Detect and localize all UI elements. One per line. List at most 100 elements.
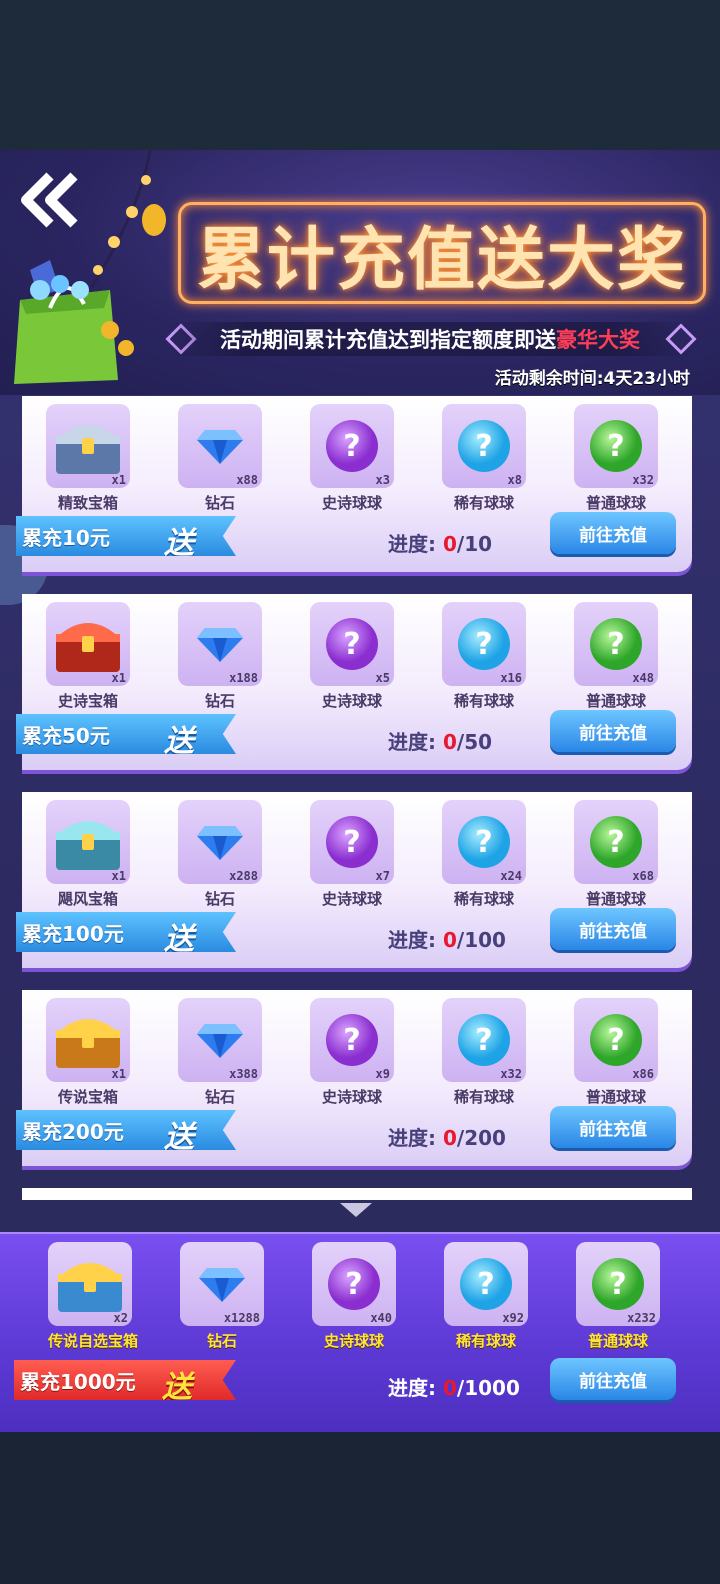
reward-name: 史诗球球	[321, 692, 382, 710]
reward-item[interactable]: ? x40 史诗球球	[312, 1242, 396, 1351]
reward-name: 普通球球	[585, 1088, 646, 1106]
reward-tile: ? x68	[574, 800, 658, 884]
reward-item[interactable]: x1 精致宝箱	[46, 404, 130, 513]
svg-text:?: ?	[475, 429, 492, 464]
svg-text:?: ?	[343, 429, 360, 464]
progress-target: /1000	[456, 1376, 520, 1400]
reward-name: 钻石	[204, 890, 235, 908]
reward-tile: ? x232	[576, 1242, 660, 1326]
scroll-down-arrow-icon[interactable]	[340, 1203, 372, 1217]
reward-name: 史诗球球	[321, 494, 382, 512]
progress-target: /200	[456, 1126, 506, 1150]
reward-item[interactable]: ? x232 普通球球	[576, 1242, 660, 1351]
reward-quantity: x92	[502, 1311, 524, 1325]
reward-name: 稀有球球	[453, 494, 514, 512]
reward-name: 稀有球球	[455, 1332, 516, 1350]
reward-tile: ? x3	[310, 404, 394, 488]
svg-text:?: ?	[475, 627, 492, 662]
next-tier-peek	[22, 1188, 692, 1200]
reward-item[interactable]: x288 钻石	[178, 800, 262, 909]
tier-progress: 进度: 0/200	[388, 1122, 506, 1151]
reward-tile: x1	[46, 998, 130, 1082]
svg-text:?: ?	[607, 627, 624, 662]
svg-text:?: ?	[343, 627, 360, 662]
reward-tile: ? x16	[442, 602, 526, 686]
send-label: 送	[162, 1370, 192, 1405]
reward-quantity: x1	[111, 1067, 126, 1081]
progress-current: 0	[442, 1126, 457, 1150]
reward-item[interactable]: ? x8 稀有球球	[442, 404, 526, 513]
reward-item[interactable]: ? x86 普通球球	[574, 998, 658, 1107]
reward-tile: ? x9	[310, 998, 394, 1082]
reward-name: 稀有球球	[453, 890, 514, 908]
go-recharge-button[interactable]: 前往充值	[550, 908, 676, 950]
reward-name: 普通球球	[587, 1332, 648, 1350]
reward-name: 史诗球球	[321, 890, 382, 908]
reward-tile: ? x7	[310, 800, 394, 884]
reward-tile: x1	[46, 800, 130, 884]
tier-card: x1 精致宝箱 x88 钻石? x3 史诗球球? x8 稀有球球? x32 普通球球 累充10元送进…	[16, 396, 692, 572]
reward-tile: x1	[46, 404, 130, 488]
reward-quantity: x88	[236, 473, 258, 487]
navigation-area	[0, 1432, 720, 1584]
reward-item[interactable]: x388 钻石	[178, 998, 262, 1107]
reward-tile: x88	[178, 404, 262, 488]
reward-tile: ? x8	[442, 404, 526, 488]
reward-name: 精致宝箱	[57, 494, 118, 512]
reward-quantity: x9	[375, 1067, 390, 1081]
reward-quantity: x1	[111, 671, 126, 685]
reward-item[interactable]: x1288 钻石	[180, 1242, 264, 1351]
event-header: 累计充值送大奖 活动期间累计充值达到指定额度即送豪华大奖 活动剩余时间:4天23…	[0, 150, 720, 395]
send-label: 送	[164, 526, 194, 561]
svg-text:?: ?	[343, 825, 360, 860]
go-recharge-button[interactable]: 前往充值	[550, 1358, 676, 1400]
tier-threshold-label: 累充100元	[22, 921, 124, 946]
tier-progress: 进度: 0/50	[388, 726, 492, 755]
reward-quantity: x232	[627, 1311, 656, 1325]
reward-item[interactable]: x188 钻石	[178, 602, 262, 711]
reward-quantity: x32	[500, 1067, 522, 1081]
reward-item[interactable]: ? x16 稀有球球	[442, 602, 526, 711]
reward-item[interactable]: ? x32 稀有球球	[442, 998, 526, 1107]
progress-current: 0	[442, 1376, 457, 1400]
tier-card: x1 史诗宝箱 x188 钻石? x5 史诗球球? x16 稀有球球? x48 普通球球 累充50元…	[16, 594, 692, 770]
tier-threshold-label: 累充1000元	[20, 1369, 136, 1394]
reward-tile: ? x92	[444, 1242, 528, 1326]
back-button[interactable]	[18, 170, 82, 230]
svg-text:?: ?	[345, 1267, 362, 1302]
reward-tile: x388	[178, 998, 262, 1082]
reward-item[interactable]: x1 传说宝箱	[46, 998, 130, 1107]
reward-item[interactable]: x1 飓风宝箱	[46, 800, 130, 909]
reward-item[interactable]: ? x7 史诗球球	[310, 800, 394, 909]
reward-item[interactable]: x1 史诗宝箱	[46, 602, 130, 711]
reward-tile: ? x86	[574, 998, 658, 1082]
reward-tile: x2	[48, 1242, 132, 1326]
reward-quantity: x86	[632, 1067, 654, 1081]
progress-current: 0	[442, 730, 457, 754]
reward-name: 钻石	[204, 692, 235, 710]
reward-name: 普通球球	[585, 692, 646, 710]
progress-label: 进度:	[388, 730, 436, 754]
reward-item[interactable]: ? x5 史诗球球	[310, 602, 394, 711]
svg-text:?: ?	[475, 825, 492, 860]
reward-item[interactable]: ? x32 普通球球	[574, 404, 658, 513]
reward-tile: x288	[178, 800, 262, 884]
reward-item[interactable]: ? x48 普通球球	[574, 602, 658, 711]
event-description: 活动期间累计充值达到指定额度即送豪华大奖	[220, 324, 640, 354]
reward-item[interactable]: ? x24 稀有球球	[442, 800, 526, 909]
go-recharge-button[interactable]: 前往充值	[550, 1106, 676, 1148]
reward-item[interactable]: ? x68 普通球球	[574, 800, 658, 909]
progress-label: 进度:	[388, 928, 436, 952]
reward-name: 普通球球	[585, 890, 646, 908]
reward-item[interactable]: x88 钻石	[178, 404, 262, 513]
gift-bag-icon	[0, 260, 145, 390]
go-recharge-button[interactable]: 前往充值	[550, 710, 676, 752]
reward-item[interactable]: x2 传说自选宝箱	[48, 1242, 138, 1351]
go-recharge-button[interactable]: 前往充值	[550, 512, 676, 554]
reward-tile: ? x40	[312, 1242, 396, 1326]
reward-item[interactable]: ? x9 史诗球球	[310, 998, 394, 1107]
reward-item[interactable]: ? x3 史诗球球	[310, 404, 394, 513]
svg-text:?: ?	[607, 429, 624, 464]
reward-item[interactable]: ? x92 稀有球球	[444, 1242, 528, 1351]
reward-quantity: x1	[111, 869, 126, 883]
